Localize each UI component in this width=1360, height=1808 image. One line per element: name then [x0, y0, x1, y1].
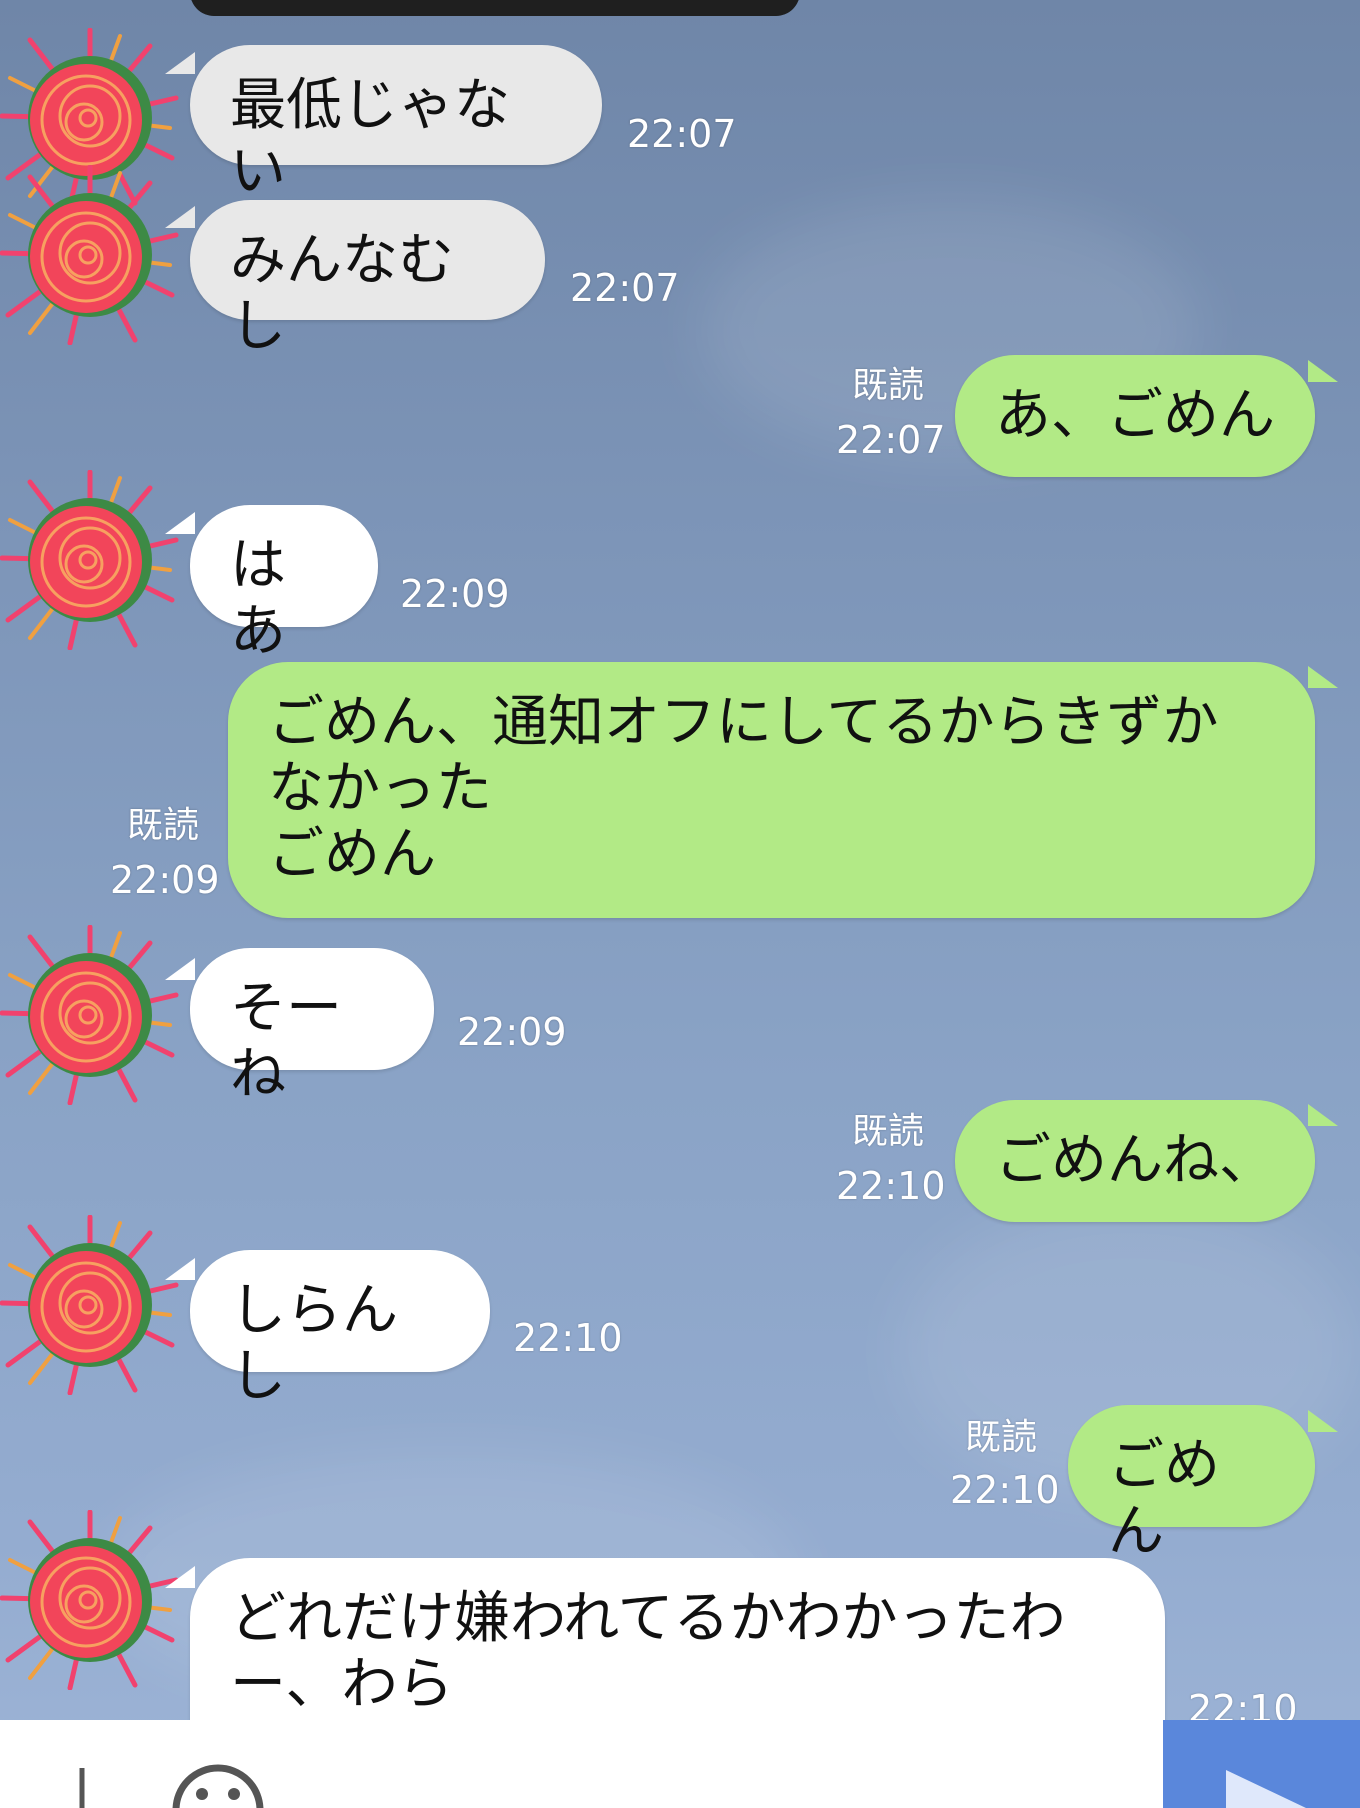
bubble-tail: [165, 1566, 195, 1588]
message-bubble-incoming[interactable]: 最低じゃない: [190, 45, 602, 204]
sender-avatar[interactable]: [0, 925, 180, 1105]
read-receipt: 既読: [965, 1417, 1038, 1458]
message-bubble-incoming[interactable]: そーね: [190, 948, 434, 1107]
bubble-tail: [1308, 666, 1338, 688]
bubble-tail: [1308, 360, 1338, 382]
message-bubble-incoming[interactable]: しらんし: [190, 1250, 490, 1409]
message-time: 22:10: [950, 1468, 1060, 1512]
bubble-tail: [1308, 1104, 1338, 1126]
plus-icon[interactable]: [60, 1760, 104, 1808]
message-time: 22:07: [627, 112, 737, 156]
sender-avatar[interactable]: [0, 165, 180, 345]
smiley-icon[interactable]: [168, 1760, 268, 1808]
bubble-tail: [165, 206, 195, 228]
sender-avatar[interactable]: [0, 1510, 180, 1690]
send-button[interactable]: [1163, 1720, 1360, 1808]
message-bubble-incoming[interactable]: はあ: [190, 505, 378, 664]
message-bubble-incoming[interactable]: みんなむし: [190, 200, 545, 359]
message-input-bar[interactable]: [0, 1720, 1163, 1808]
message-bubble-outgoing[interactable]: あ、ごめん: [955, 355, 1315, 477]
message-time: 22:09: [110, 858, 220, 902]
message-bubble-outgoing[interactable]: ごめん、通知オフにしてるからきずか なかった ごめん: [228, 662, 1315, 918]
message-time: 22:07: [570, 266, 680, 310]
read-receipt: 既読: [127, 805, 200, 846]
bubble-tail: [165, 512, 195, 534]
bubble-tail: [165, 958, 195, 980]
message-bubble-outgoing[interactable]: ごめんね、: [955, 1100, 1315, 1222]
bubble-tail: [1308, 1410, 1338, 1432]
read-receipt: 既読: [852, 1111, 925, 1152]
message-time: 22:07: [836, 418, 946, 462]
message-time: 22:09: [400, 572, 510, 616]
message-time: 22:10: [513, 1316, 623, 1360]
message-time: 22:09: [457, 1010, 567, 1054]
top-overlay-bar: [190, 0, 800, 16]
message-bubble-outgoing[interactable]: ごめん: [1068, 1405, 1315, 1564]
bubble-tail: [165, 1258, 195, 1280]
bubble-tail: [165, 52, 195, 74]
message-time: 22:10: [836, 1164, 946, 1208]
sender-avatar[interactable]: [0, 1215, 180, 1395]
read-receipt: 既読: [852, 365, 925, 406]
send-arrow-icon: [1226, 1770, 1306, 1808]
sender-avatar[interactable]: [0, 470, 180, 650]
